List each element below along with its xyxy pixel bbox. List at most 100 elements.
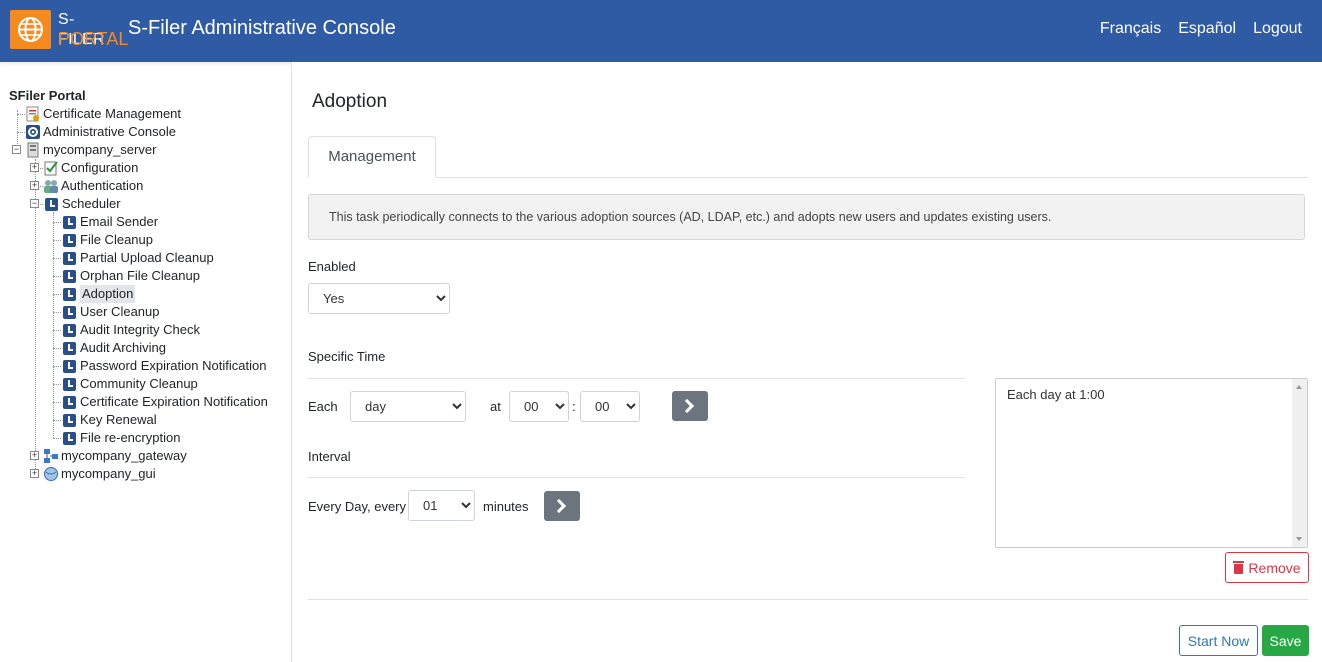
lang-french-link[interactable]: Français: [1100, 19, 1161, 39]
users-icon: [43, 178, 59, 194]
tree-item-label: Audit Integrity Check: [80, 322, 200, 337]
network-icon: [43, 448, 59, 464]
tree-item-email-sender[interactable]: Email Sender: [63, 213, 158, 231]
at-label: at: [490, 399, 501, 414]
expand-toggle[interactable]: +: [30, 451, 39, 460]
tree-item-label-selected: Adoption: [80, 285, 136, 303]
certificate-icon: [25, 106, 41, 122]
tree-item-label: mycompany_gui: [61, 466, 156, 481]
section-divider: [308, 477, 965, 478]
checklist-icon: [43, 160, 59, 176]
interval-label: Interval: [308, 449, 351, 464]
tree-item-user-cleanup[interactable]: User Cleanup: [63, 303, 160, 321]
collapse-toggle[interactable]: −: [12, 145, 21, 154]
tree-item-label: Key Renewal: [80, 412, 157, 427]
tree-item-label: Password Expiration Notification: [80, 358, 267, 373]
tree-item-key-renewal[interactable]: Key Renewal: [63, 411, 157, 429]
task-description: This task periodically connects to the v…: [308, 194, 1305, 240]
logo: S-FILER PORTAL: [10, 10, 128, 49]
tree-item-scheduler[interactable]: Scheduler: [45, 195, 121, 213]
globe-icon: [10, 10, 51, 49]
schedule-entry[interactable]: Each day at 1:00: [1007, 387, 1296, 402]
tree-item-label: Partial Upload Cleanup: [80, 250, 214, 265]
clock-icon: [63, 395, 76, 409]
clock-icon: [63, 251, 76, 265]
lang-spanish-link[interactable]: Español: [1178, 19, 1236, 39]
app-title: S-Filer Administrative Console: [128, 17, 396, 39]
clock-icon: [63, 341, 76, 355]
clock-icon: [63, 431, 76, 445]
tree-item-audit-integrity-check[interactable]: Audit Integrity Check: [63, 321, 200, 339]
minute-select[interactable]: 00: [580, 391, 640, 422]
clock-icon: [63, 377, 76, 391]
expand-toggle[interactable]: +: [30, 181, 39, 190]
schedule-list[interactable]: Each day at 1:00: [995, 378, 1308, 548]
tree-item-label: Certificate Expiration Notification: [80, 394, 268, 409]
tree-item-password-expiration-notification[interactable]: Password Expiration Notification: [63, 357, 266, 375]
tree-item-label: mycompany_gateway: [61, 448, 187, 463]
tree-item-label: File Cleanup: [80, 232, 153, 247]
section-divider: [308, 378, 965, 379]
tree-item-administrative-console[interactable]: Administrative Console: [25, 123, 176, 141]
sidebar-tree: SFiler Portal Certificate Management Adm…: [0, 62, 292, 662]
collapse-toggle[interactable]: −: [30, 199, 39, 208]
tree-item-label: Scheduler: [62, 196, 121, 211]
expand-toggle[interactable]: +: [30, 163, 39, 172]
specific-time-label: Specific Time: [308, 349, 386, 364]
tab-management[interactable]: Management: [308, 136, 436, 178]
tree-item-file-re-encryption[interactable]: File re-encryption: [63, 429, 180, 447]
tree-item-mycompany-gateway[interactable]: mycompany_gateway: [43, 447, 187, 465]
interval-minutes-select[interactable]: 01: [408, 490, 475, 521]
enabled-select[interactable]: Yes: [308, 283, 450, 314]
tree-item-audit-archiving[interactable]: Audit Archiving: [63, 339, 166, 357]
tree-item-label: Administrative Console: [43, 124, 176, 139]
clock-icon: [45, 197, 58, 211]
time-separator: :: [572, 399, 576, 414]
remove-button[interactable]: Remove: [1225, 552, 1309, 583]
minutes-label: minutes: [483, 499, 529, 514]
logout-link[interactable]: Logout: [1253, 19, 1302, 39]
web-globe-icon: [43, 466, 59, 482]
tree-item-label: Community Cleanup: [80, 376, 198, 391]
clock-icon: [63, 359, 76, 373]
gear-icon: [25, 124, 41, 140]
enabled-label: Enabled: [308, 259, 356, 274]
tree-item-label: User Cleanup: [80, 304, 160, 319]
each-period-select[interactable]: day: [350, 391, 466, 422]
clock-icon: [63, 305, 76, 319]
tree-item-label: Certificate Management: [43, 106, 182, 121]
each-label: Each: [308, 399, 338, 414]
tree-item-community-cleanup[interactable]: Community Cleanup: [63, 375, 198, 393]
tree-item-label: Orphan File Cleanup: [80, 268, 200, 283]
add-interval-button[interactable]: [544, 491, 580, 521]
hour-select[interactable]: 00: [509, 391, 569, 422]
chevron-right-icon: [679, 398, 695, 414]
tree-item-orphan-file-cleanup[interactable]: Orphan File Cleanup: [63, 267, 200, 285]
save-button[interactable]: Save: [1262, 625, 1309, 656]
tree-item-label: Configuration: [61, 160, 139, 175]
tree-item-certificate-expiration-notification[interactable]: Certificate Expiration Notification: [63, 393, 268, 411]
remove-label: Remove: [1248, 559, 1301, 576]
page-title: Adoption: [312, 91, 388, 112]
tree-item-label: Authentication: [61, 178, 144, 193]
tree-item-configuration[interactable]: Configuration: [43, 159, 138, 177]
add-specific-time-button[interactable]: [672, 391, 708, 421]
trash-icon: [1233, 561, 1245, 574]
clock-icon: [63, 413, 76, 427]
clock-icon: [63, 269, 76, 283]
every-day-label: Every Day, every: [308, 499, 407, 514]
expand-toggle[interactable]: +: [30, 469, 39, 478]
tree-item-mycompany-gui[interactable]: mycompany_gui: [43, 465, 156, 483]
clock-icon: [63, 287, 76, 301]
start-now-button[interactable]: Start Now: [1179, 625, 1258, 656]
server-icon: [25, 142, 41, 158]
tree-item-mycompany-server[interactable]: mycompany_server: [25, 141, 156, 159]
app-header: S-FILER PORTAL S-Filer Administrative Co…: [0, 0, 1322, 62]
tree-item-partial-upload-cleanup[interactable]: Partial Upload Cleanup: [63, 249, 214, 267]
tree-item-authentication[interactable]: Authentication: [43, 177, 143, 195]
header-nav: Français Español Logout: [1100, 19, 1302, 39]
tree-item-certificate-management[interactable]: Certificate Management: [25, 105, 181, 123]
tree-item-adoption[interactable]: Adoption: [63, 285, 136, 303]
tree-item-file-cleanup[interactable]: File Cleanup: [63, 231, 153, 249]
scrollbar[interactable]: [1292, 379, 1307, 547]
